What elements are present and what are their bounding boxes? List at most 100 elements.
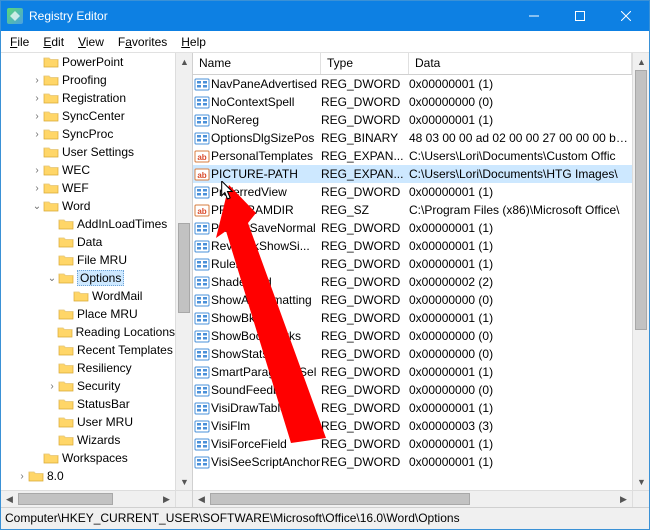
close-button[interactable]: [603, 1, 649, 31]
tree-item[interactable]: File MRU: [1, 251, 175, 269]
scroll-down-icon[interactable]: ▼: [633, 473, 650, 490]
expander-icon[interactable]: ›: [31, 93, 43, 104]
registry-value-row[interactable]: VisiFlmREG_DWORD0x00000003 (3): [193, 417, 632, 435]
expander-icon[interactable]: ›: [16, 471, 28, 482]
registry-value-row[interactable]: PreferredViewREG_DWORD0x00000001 (1): [193, 183, 632, 201]
tree-item[interactable]: › Registration: [1, 89, 175, 107]
tree-pane[interactable]: PowerPoint›Proofing›Registration›SyncCen…: [1, 53, 193, 507]
registry-value-row[interactable]: ShowBkgREG_DWORD0x00000001 (1): [193, 309, 632, 327]
registry-value-row[interactable]: SoundFeedbackREG_DWORD0x00000000 (0): [193, 381, 632, 399]
tree-item[interactable]: Resiliency: [1, 359, 175, 377]
list-pane[interactable]: Name Type Data NavPaneAdvertisedREG_DWOR…: [193, 53, 649, 507]
tree-item[interactable]: StatusBar: [1, 395, 175, 413]
menu-file[interactable]: File: [3, 33, 36, 51]
scroll-left-icon[interactable]: ◀: [193, 491, 210, 508]
registry-value-row[interactable]: OptionsDlgSizePosREG_BINARY48 03 00 00 a…: [193, 129, 632, 147]
tree-item[interactable]: Data: [1, 233, 175, 251]
value-name: NavPaneAdvertised: [211, 77, 321, 91]
tree-item[interactable]: ›SyncCenter: [1, 107, 175, 125]
tree-item[interactable]: Wizards: [1, 431, 175, 449]
tree-item[interactable]: ›Proofing: [1, 71, 175, 89]
registry-value-row[interactable]: ShowAllFormattingREG_DWORD0x00000000 (0): [193, 291, 632, 309]
expander-icon[interactable]: ⌄: [46, 273, 58, 284]
tree-vertical-scrollbar[interactable]: ▲ ▼: [175, 53, 192, 490]
scroll-thumb[interactable]: [635, 70, 647, 330]
expander-icon[interactable]: ›: [31, 165, 43, 176]
value-data: 0x00000001 (1): [409, 437, 632, 451]
tree-item[interactable]: Place MRU: [1, 305, 175, 323]
menu-edit[interactable]: Edit: [36, 33, 71, 51]
tree-item[interactable]: WordMail: [1, 287, 175, 305]
tree-item[interactable]: ›WEC: [1, 161, 175, 179]
scroll-right-icon[interactable]: ▶: [158, 491, 175, 507]
registry-value-row[interactable]: SmartParagraphSelREG_DWORD0x00000001 (1): [193, 363, 632, 381]
tree-item-label: Registration: [62, 91, 126, 105]
scroll-thumb[interactable]: [18, 493, 113, 505]
registry-value-row[interactable]: abPICTURE-PATHREG_EXPAN...C:\Users\Lori\…: [193, 165, 632, 183]
scroll-down-icon[interactable]: ▼: [176, 473, 193, 490]
svg-text:ab: ab: [197, 171, 206, 180]
registry-value-row[interactable]: VisiSeeScriptAnchorREG_DWORD0x00000001 (…: [193, 453, 632, 471]
registry-value-row[interactable]: PromptSaveNormalREG_DWORD0x00000001 (1): [193, 219, 632, 237]
expander-icon[interactable]: ⌄: [31, 201, 43, 212]
registry-value-row[interactable]: abPROGRAMDIRREG_SZC:\Program Files (x86)…: [193, 201, 632, 219]
expander-icon[interactable]: ›: [31, 75, 43, 86]
list-horizontal-scrollbar[interactable]: ◀ ▶: [193, 490, 632, 507]
registry-value-row[interactable]: RulerREG_DWORD0x00000001 (1): [193, 255, 632, 273]
tree-item[interactable]: AddInLoadTimes: [1, 215, 175, 233]
column-type[interactable]: Type: [321, 53, 409, 74]
tree-item[interactable]: User MRU: [1, 413, 175, 431]
value-type: REG_DWORD: [321, 365, 409, 379]
dword-value-icon: [193, 364, 211, 380]
menu-favorites[interactable]: Favorites: [111, 33, 174, 51]
value-data: 48 03 00 00 ad 02 00 00 27 00 00 00 b5 0…: [409, 131, 632, 145]
registry-value-row[interactable]: ShowBookmarksREG_DWORD0x00000000 (0): [193, 327, 632, 345]
value-type: REG_EXPAN...: [321, 167, 409, 181]
scroll-right-icon[interactable]: ▶: [615, 491, 632, 508]
scroll-up-icon[interactable]: ▲: [176, 53, 193, 70]
dword-value-icon: [193, 94, 211, 110]
menu-help[interactable]: Help: [174, 33, 213, 51]
scroll-thumb[interactable]: [210, 493, 470, 505]
column-name[interactable]: Name: [193, 53, 321, 74]
tree-item[interactable]: ›WEF: [1, 179, 175, 197]
expander-icon[interactable]: ›: [31, 183, 43, 194]
registry-value-row[interactable]: RevMarkShowSi...REG_DWORD0x00000001 (1): [193, 237, 632, 255]
registry-value-row[interactable]: VisiDrawTableDrsREG_DWORD0x00000001 (1): [193, 399, 632, 417]
value-type: REG_BINARY: [321, 131, 409, 145]
expander-icon[interactable]: ›: [46, 381, 58, 392]
titlebar[interactable]: Registry Editor: [1, 1, 649, 31]
minimize-button[interactable]: [511, 1, 557, 31]
tree-item[interactable]: ›Security: [1, 377, 175, 395]
tree-item[interactable]: User Settings: [1, 143, 175, 161]
registry-value-row[interactable]: NavPaneAdvertisedREG_DWORD0x00000001 (1): [193, 75, 632, 93]
tree-item[interactable]: PowerPoint: [1, 53, 175, 71]
menu-view[interactable]: View: [71, 33, 111, 51]
value-name: VisiDrawTableDrs: [211, 401, 321, 415]
value-type: REG_DWORD: [321, 221, 409, 235]
scroll-left-icon[interactable]: ◀: [1, 491, 18, 507]
registry-value-row[interactable]: abPersonalTemplatesREG_EXPAN...C:\Users\…: [193, 147, 632, 165]
tree-item[interactable]: Recent Templates: [1, 341, 175, 359]
registry-value-row[interactable]: VisiForceFieldREG_DWORD0x00000001 (1): [193, 435, 632, 453]
expander-icon[interactable]: ›: [31, 111, 43, 122]
tree-item[interactable]: Reading Locations: [1, 323, 175, 341]
tree-item[interactable]: ›SyncProc: [1, 125, 175, 143]
tree-item[interactable]: Workspaces: [1, 449, 175, 467]
scroll-thumb[interactable]: [178, 223, 190, 313]
tree-item[interactable]: ›8.0: [1, 467, 175, 485]
registry-value-row[interactable]: NoReregREG_DWORD0x00000001 (1): [193, 111, 632, 129]
scroll-up-icon[interactable]: ▲: [633, 53, 650, 70]
registry-value-row[interactable]: ShadeFieldREG_DWORD0x00000002 (2): [193, 273, 632, 291]
value-type: REG_DWORD: [321, 95, 409, 109]
tree-horizontal-scrollbar[interactable]: ◀ ▶: [1, 490, 175, 507]
maximize-button[interactable]: [557, 1, 603, 31]
expander-icon[interactable]: ›: [31, 129, 43, 140]
registry-value-row[interactable]: NoContextSpellREG_DWORD0x00000000 (0): [193, 93, 632, 111]
tree-item[interactable]: ⌄Options: [1, 269, 175, 287]
dword-value-icon: [193, 112, 211, 128]
column-data[interactable]: Data: [409, 53, 632, 74]
registry-value-row[interactable]: ShowStatsREG_DWORD0x00000000 (0): [193, 345, 632, 363]
list-vertical-scrollbar[interactable]: ▲ ▼: [632, 53, 649, 490]
tree-item[interactable]: ⌄Word: [1, 197, 175, 215]
